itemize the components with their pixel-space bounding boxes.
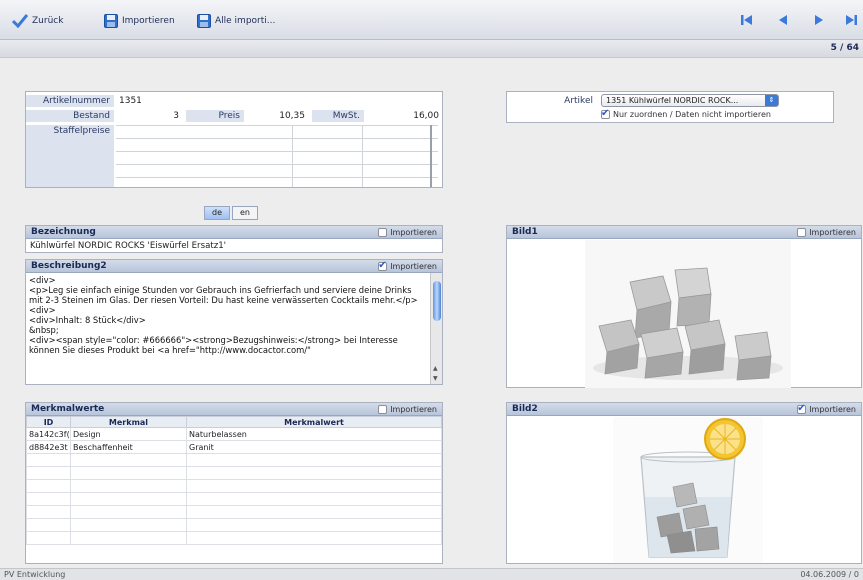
only-assign-label: Nur zuordnen / Daten nicht importieren xyxy=(613,110,771,119)
status-left: PV Entwicklung xyxy=(4,570,66,579)
cell-id: d8842e3t xyxy=(26,440,71,454)
merkmalwerte-title: Merkmalwerte xyxy=(31,404,105,414)
table-row[interactable] xyxy=(26,453,442,467)
artikelnummer-label: Artikelnummer xyxy=(26,95,114,107)
cell-merkmalwert: Granit xyxy=(186,440,442,454)
scroll-up-arrow-icon[interactable]: ▲ xyxy=(433,365,438,372)
column-header-id[interactable]: ID xyxy=(26,416,71,428)
cell-merkmalwert: Naturbelassen xyxy=(186,427,442,441)
checkbox-unchecked-icon xyxy=(378,404,388,414)
bild2-import-checkbox[interactable]: Importieren xyxy=(797,403,856,414)
column-header-merkmalwert[interactable]: Merkmalwert xyxy=(186,416,442,428)
bestand-field[interactable]: 3 xyxy=(116,110,182,122)
cell-id: 8a142c3f( xyxy=(26,427,71,441)
merkmalwerte-import-label: Importieren xyxy=(390,404,437,414)
beschreibung-import-checkbox[interactable]: Importieren xyxy=(378,260,437,271)
table-row[interactable] xyxy=(26,492,442,506)
cell-merkmal: Beschaffenheit xyxy=(70,440,187,454)
bestand-label: Bestand xyxy=(26,110,114,122)
table-row[interactable] xyxy=(26,479,442,493)
granite-ice-cubes-image xyxy=(585,240,791,388)
mwst-field[interactable]: 16,00 xyxy=(366,110,442,122)
sub-toolbar xyxy=(0,40,863,58)
checkbox-checked-icon xyxy=(797,403,807,414)
back-button[interactable]: Zurück xyxy=(12,12,63,30)
checkbox-unchecked-icon xyxy=(378,227,388,237)
bild2-panel: Bild2 Importieren xyxy=(506,402,862,564)
checkbox-checked-icon xyxy=(601,108,610,119)
bild1-import-checkbox[interactable]: Importieren xyxy=(797,227,856,237)
checkmark-icon xyxy=(12,14,28,28)
bezeichnung-panel: Bezeichnung Importieren Kühlwürfel NORDI… xyxy=(25,225,443,253)
bezeichnung-header: Bezeichnung Importieren xyxy=(26,226,442,239)
merkmalwerte-header: Merkmalwerte Importieren xyxy=(26,403,442,416)
status-bar: PV Entwicklung 04.06.2009 / 0 xyxy=(0,568,863,580)
import-all-button[interactable]: Alle importi... xyxy=(197,12,275,30)
bezeichnung-input[interactable]: Kühlwürfel NORDIC ROCKS 'Eiswürfel Ersat… xyxy=(26,239,442,253)
last-record-icon[interactable] xyxy=(843,13,859,27)
mwst-label: MwSt. xyxy=(312,110,364,122)
checkbox-checked-icon xyxy=(378,260,388,271)
bild1-import-label: Importieren xyxy=(809,227,856,237)
table-row[interactable]: 8a142c3f( Design Naturbelassen xyxy=(26,427,442,441)
bild1-title: Bild1 xyxy=(512,227,538,237)
table-row[interactable] xyxy=(26,505,442,519)
merkmalwerte-table[interactable]: ID Merkmal Merkmalwert 8a142c3f( Design … xyxy=(26,416,442,545)
artikel-select-value: 1351 Kühlwürfel NORDIC ROCK... xyxy=(606,96,739,105)
beschreibung-textarea[interactable]: <div> <p>Leg sie einfach einige Stunden … xyxy=(26,273,429,384)
table-row[interactable]: d8842e3t Beschaffenheit Granit xyxy=(26,440,442,454)
tab-en[interactable]: en xyxy=(232,206,258,220)
bezeichnung-import-label: Importieren xyxy=(390,227,437,237)
previous-record-icon[interactable] xyxy=(775,13,791,27)
import-all-label: Alle importi... xyxy=(215,16,276,26)
beschreibung-header: Beschreibung2 Importieren xyxy=(26,260,442,273)
column-header-merkmal[interactable]: Merkmal xyxy=(70,416,187,428)
record-counter: 5 / 64 xyxy=(830,43,859,53)
article-form: Artikelnummer 1351 Bestand 3 Preis 10,35… xyxy=(25,91,443,188)
bild2-title: Bild2 xyxy=(512,404,538,414)
bild2-import-label: Importieren xyxy=(809,404,856,414)
bezeichnung-title: Bezeichnung xyxy=(31,227,96,237)
bild2-header: Bild2 Importieren xyxy=(507,403,861,416)
cell-merkmal: Design xyxy=(70,427,187,441)
import-button[interactable]: Importieren xyxy=(104,12,175,30)
table-row[interactable] xyxy=(26,518,442,532)
bezeichnung-import-checkbox[interactable]: Importieren xyxy=(378,227,437,237)
bild1-panel: Bild1 Importieren xyxy=(506,225,862,388)
article-match-panel: Artikel 1351 Kühlwürfel NORDIC ROCK... ⇕… xyxy=(506,91,834,123)
staffelpreise-label: Staffelpreise xyxy=(26,125,114,187)
scroll-down-arrow-icon[interactable]: ▼ xyxy=(433,375,438,382)
beschreibung-scrollbar[interactable]: ▲ ▼ xyxy=(430,273,442,384)
floppy-disk-icon xyxy=(197,14,211,28)
scroll-thumb[interactable] xyxy=(433,281,441,321)
status-right: 04.06.2009 / 0 xyxy=(800,570,859,579)
toolbar: Zurück Importieren Alle importi... xyxy=(0,0,863,40)
select-arrows-icon: ⇕ xyxy=(765,95,778,106)
checkbox-unchecked-icon xyxy=(797,227,807,237)
first-record-icon[interactable] xyxy=(739,13,755,27)
merkmalwerte-panel: Merkmalwerte Importieren ID Merkmal Merk… xyxy=(25,402,443,564)
artikel-label: Artikel xyxy=(507,95,597,107)
merkmalwerte-import-checkbox[interactable]: Importieren xyxy=(378,404,437,414)
beschreibung-title: Beschreibung2 xyxy=(31,261,107,271)
back-label: Zurück xyxy=(32,16,64,26)
preis-label: Preis xyxy=(186,110,244,122)
beschreibung-panel: Beschreibung2 Importieren <div> <p>Leg s… xyxy=(25,259,443,385)
import-label: Importieren xyxy=(122,16,175,26)
preis-field[interactable]: 10,35 xyxy=(246,110,308,122)
artikel-select[interactable]: 1351 Kühlwürfel NORDIC ROCK... ⇕ xyxy=(601,94,779,107)
table-row[interactable] xyxy=(26,466,442,480)
only-assign-checkbox[interactable]: Nur zuordnen / Daten nicht importieren xyxy=(601,108,771,119)
glass-with-stones-and-lemon-image xyxy=(613,417,763,563)
next-record-icon[interactable] xyxy=(811,13,827,27)
staffelpreise-table[interactable] xyxy=(116,125,438,187)
beschreibung-import-label: Importieren xyxy=(390,261,437,271)
floppy-disk-icon xyxy=(104,14,118,28)
tab-de[interactable]: de xyxy=(204,206,230,220)
table-row[interactable] xyxy=(26,531,442,545)
bild1-header: Bild1 Importieren xyxy=(507,226,861,239)
artikelnummer-field[interactable]: 1351 xyxy=(116,95,236,107)
